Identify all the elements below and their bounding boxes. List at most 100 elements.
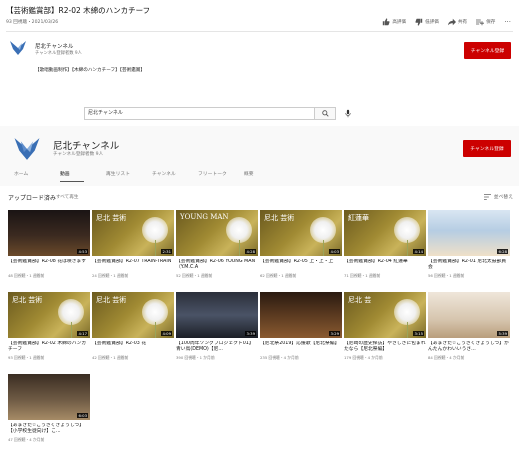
dandelion-stem bbox=[407, 322, 408, 338]
channel-subscribers-small: チャンネル登録者数 9人 bbox=[35, 51, 82, 56]
video-meta: 42 回視聴・1 週間前 bbox=[92, 355, 129, 360]
uploads-title: アップロード済み bbox=[8, 195, 57, 202]
video-title-link[interactable]: 【芸術鑑賞部】R2-07 TRAIN-TRAIN bbox=[92, 259, 174, 271]
video-thumbnail[interactable]: 4:53 bbox=[8, 210, 90, 256]
video-title-link[interactable]: 【100周年ソングプロジェクト01】青い鳥(DEMO)【尼... bbox=[176, 341, 258, 353]
video-duration: 4:28 bbox=[245, 249, 256, 254]
video-thumbnail[interactable]: 尼北 芸術 4:03 bbox=[260, 210, 342, 256]
search-input[interactable]: 尼北チャンネル bbox=[84, 107, 314, 120]
video-card[interactable]: 3:39 【100周年ソングプロジェクト01】青い鳥(DEMO)【尼... 390 … bbox=[176, 292, 258, 361]
video-card[interactable]: 尼北 芸術 2:31 【芸術鑑賞部】R2-07 TRAIN-TRAIN 24 回視聴・… bbox=[92, 210, 174, 279]
video-card[interactable]: YOUNG MAN 4:28 【芸術鑑賞部】R2-06 YOUNG MAN（Y.M.… bbox=[176, 210, 258, 279]
video-hashtags[interactable]: 【歌唱動画制作】【木綿のハンカチーフ】【芸術鑑賞】 bbox=[35, 67, 145, 73]
dandelion-stem bbox=[155, 322, 156, 338]
video-title-link[interactable]: 【芸術鑑賞部】R2-01 尼北太鼓部員会 bbox=[428, 259, 510, 271]
dislike-button[interactable]: 低評価 bbox=[415, 18, 439, 26]
dandelion-stem bbox=[323, 240, 324, 256]
video-title-link[interactable]: 【芸術鑑賞部】R2-02 木綿のハンカチーフ bbox=[8, 341, 90, 353]
tab-videos[interactable]: 動画 bbox=[60, 170, 84, 182]
video-thumbnail[interactable]: 6:03 bbox=[8, 374, 90, 420]
sort-icon bbox=[483, 193, 491, 200]
thumbs-up-icon bbox=[383, 18, 390, 26]
thumbnail-overlay-text: 尼北 芸術 bbox=[264, 214, 295, 222]
video-thumbnail[interactable]: 3:39 bbox=[176, 292, 258, 338]
video-thumbnail[interactable]: 6:28 bbox=[428, 210, 510, 256]
tab-channels[interactable]: チャンネル bbox=[152, 170, 198, 182]
channel-avatar[interactable] bbox=[13, 136, 41, 162]
video-title-link[interactable]: 【芸術鑑賞部】R2-08 花は咲きます bbox=[8, 259, 90, 271]
video-thumbnail[interactable]: 尼北 芸術 4:17 bbox=[8, 292, 90, 338]
search-icon bbox=[321, 110, 329, 117]
thumbnail-overlay-text: 尼北 芸術 bbox=[96, 296, 127, 304]
sort-button[interactable]: 並べ替え bbox=[483, 193, 513, 200]
video-duration: 4:53 bbox=[77, 249, 88, 254]
video-card[interactable]: 尼北 芸術 4:03 【芸術鑑賞部】R2-05 上・上・上 62 回視聴・1 週間前 bbox=[260, 210, 342, 279]
video-title-link[interactable]: 【芸術鑑賞部】R2-03 花 bbox=[92, 341, 174, 353]
video-card[interactable]: 5:39 【あまきた☆ごうさくきょうしつ】かんたんかわいいうさ... 84 回視聴・… bbox=[428, 292, 510, 361]
voice-search-button[interactable] bbox=[344, 109, 352, 119]
video-thumbnail[interactable]: 5:39 bbox=[428, 292, 510, 338]
video-title-link[interactable]: 【あまきた☆ごうさくきょうしつ】かんたんかわいいうさ... bbox=[428, 341, 510, 353]
video-card[interactable]: 6:28 【芸術鑑賞部】R2-01 尼北太鼓部員会 56 回視聴・1 週間前 bbox=[428, 210, 510, 279]
video-card[interactable]: 4:53 【芸術鑑賞部】R2-08 花は咲きます 48 回視聴・1 週間前 bbox=[8, 210, 90, 279]
share-label: 共有 bbox=[457, 20, 468, 25]
thumbnail-overlay-text: 尼北 芸術 bbox=[96, 214, 127, 222]
video-card[interactable]: 尼北 芸術 4:09 【芸術鑑賞部】R2-03 花 42 回視聴・1 週間前 bbox=[92, 292, 174, 361]
video-thumbnail[interactable]: YOUNG MAN 4:28 bbox=[176, 210, 258, 256]
video-card[interactable]: 紅蓮華 4:14 【芸術鑑賞部】R2-04 紅蓮華 71 回視聴・1 週間前 bbox=[344, 210, 426, 279]
dandelion-stem bbox=[239, 240, 240, 256]
tab-about[interactable]: 概要 bbox=[244, 170, 290, 182]
dandelion-stem bbox=[71, 322, 72, 338]
tab-home[interactable]: ホーム bbox=[14, 170, 60, 182]
video-title-link[interactable]: 【芸術鑑賞部】R2-05 上・上・上 bbox=[260, 259, 342, 271]
subscribe-button-small[interactable]: チャンネル登録 bbox=[464, 42, 511, 59]
video-thumbnail[interactable]: 紅蓮華 4:14 bbox=[344, 210, 426, 256]
video-duration: 6:03 bbox=[77, 413, 88, 418]
video-duration: 4:03 bbox=[329, 249, 340, 254]
channel-tabs: ホーム 動画 再生リスト チャンネル フリートーク 概要 bbox=[14, 170, 290, 182]
video-card[interactable]: 尼北 芸術 4:17 【芸術鑑賞部】R2-02 木綿のハンカチーフ 93 回視聴・1 … bbox=[8, 292, 90, 361]
subscribe-button[interactable]: チャンネル登録 bbox=[463, 140, 511, 157]
video-title-link[interactable]: 【あまきた☆ごうさくきょうしつ】【小学校生徒向け】こ... bbox=[8, 423, 90, 435]
video-thumbnail[interactable]: 3:29 bbox=[260, 292, 342, 338]
video-title-link[interactable]: 【尼北祭2019】応援歌【尼北祭編】 bbox=[260, 341, 342, 353]
video-card[interactable]: 尼北 芸 3:15 【尼崎の歴史探訪】やさしさに包まれたなら【尼北祭編】 179 回視… bbox=[344, 292, 426, 361]
channel-header: 尼北チャンネル チャンネル登録者数 9人 チャンネル登録 ホーム 動画 再生リス… bbox=[0, 126, 519, 186]
channel-name: 尼北チャンネル bbox=[53, 141, 120, 152]
video-card[interactable]: 3:29 【尼北祭2019】応援歌【尼北祭編】 235 回視聴・4 か月前 bbox=[260, 292, 342, 361]
dandelion-stem bbox=[407, 240, 408, 256]
thumbnail-overlay-text: YOUNG MAN bbox=[180, 213, 229, 221]
more-button[interactable]: ··· bbox=[504, 18, 511, 26]
channel-avatar-small[interactable] bbox=[9, 40, 27, 56]
channel-name-small[interactable]: 尼北チャンネル bbox=[35, 42, 73, 50]
video-thumbnail[interactable]: 尼北 芸術 2:31 bbox=[92, 210, 174, 256]
search-button[interactable] bbox=[314, 107, 336, 120]
video-meta: 84 回視聴・4 か月前 bbox=[428, 355, 465, 360]
video-card[interactable]: 6:03 【あまきた☆ごうさくきょうしつ】【小学校生徒向け】こ... 47 回視聴・… bbox=[8, 374, 90, 443]
play-all-button[interactable]: すべて再生 bbox=[56, 194, 78, 200]
save-button[interactable]: 保存 bbox=[476, 18, 495, 26]
sort-label: 並べ替え bbox=[493, 195, 513, 200]
video-title: 【芸術鑑賞部】R2-02 木綿のハンカチーフ bbox=[6, 6, 151, 15]
share-icon bbox=[447, 18, 456, 26]
tab-free-talk[interactable]: フリートーク bbox=[198, 170, 244, 182]
like-button[interactable]: 高評価 bbox=[382, 18, 406, 26]
dislike-label: 低評価 bbox=[425, 20, 439, 25]
tab-playlists[interactable]: 再生リスト bbox=[106, 170, 152, 182]
video-meta: 56 回視聴・1 週間前 bbox=[428, 273, 465, 278]
video-meta: 24 回視聴・1 週間前 bbox=[92, 273, 129, 278]
video-duration: 4:09 bbox=[161, 331, 172, 336]
video-title-link[interactable]: 【尼崎の歴史探訪】やさしさに包まれたなら【尼北祭編】 bbox=[344, 341, 426, 353]
video-thumbnail[interactable]: 尼北 芸術 4:09 bbox=[92, 292, 174, 338]
video-meta: 52 回視聴・1 週間前 bbox=[176, 273, 213, 278]
search-bar: 尼北チャンネル bbox=[84, 107, 352, 120]
share-button[interactable]: 共有 bbox=[447, 18, 468, 26]
video-title-link[interactable]: 【芸術鑑賞部】R2-06 YOUNG MAN（Y.M.C.A bbox=[176, 259, 258, 271]
microphone-icon bbox=[345, 109, 351, 118]
video-title-link[interactable]: 【芸術鑑賞部】R2-04 紅蓮華 bbox=[344, 259, 426, 271]
video-thumbnail[interactable]: 尼北 芸 3:15 bbox=[344, 292, 426, 338]
thumbnail-overlay-text: 紅蓮華 bbox=[348, 214, 369, 222]
save-playlist-icon bbox=[476, 19, 485, 26]
video-duration: 3:15 bbox=[413, 331, 424, 336]
like-label: 高評価 bbox=[392, 20, 407, 25]
